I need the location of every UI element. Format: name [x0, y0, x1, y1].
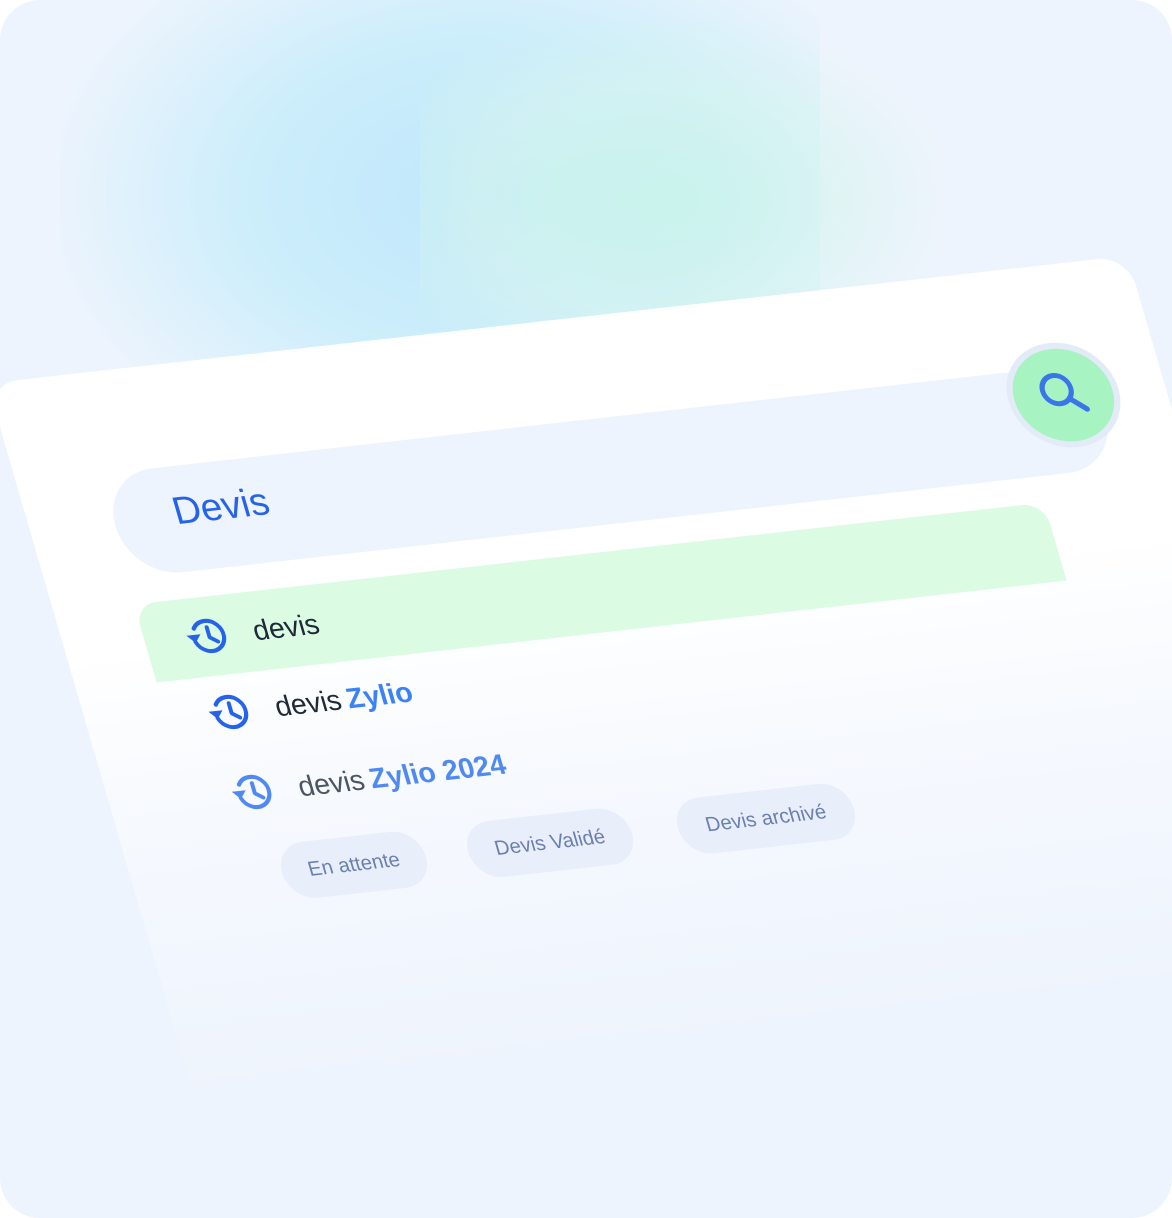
search-icon: [1039, 373, 1090, 412]
suggestion-text: devis: [270, 684, 346, 723]
suggestion-text: devis: [248, 608, 324, 647]
suggestion-highlight: Zylio: [342, 676, 417, 715]
suggestion-highlight: Zylio 2024: [365, 748, 510, 795]
search-panel: Devis devis devis Zylio devis Zylio 2024…: [0, 0, 1172, 1218]
search-input-value[interactable]: Devis: [167, 481, 275, 535]
app-frame: Devis devis devis Zylio devis Zylio 2024…: [0, 0, 1172, 1218]
suggestion-text: devis: [293, 764, 369, 803]
